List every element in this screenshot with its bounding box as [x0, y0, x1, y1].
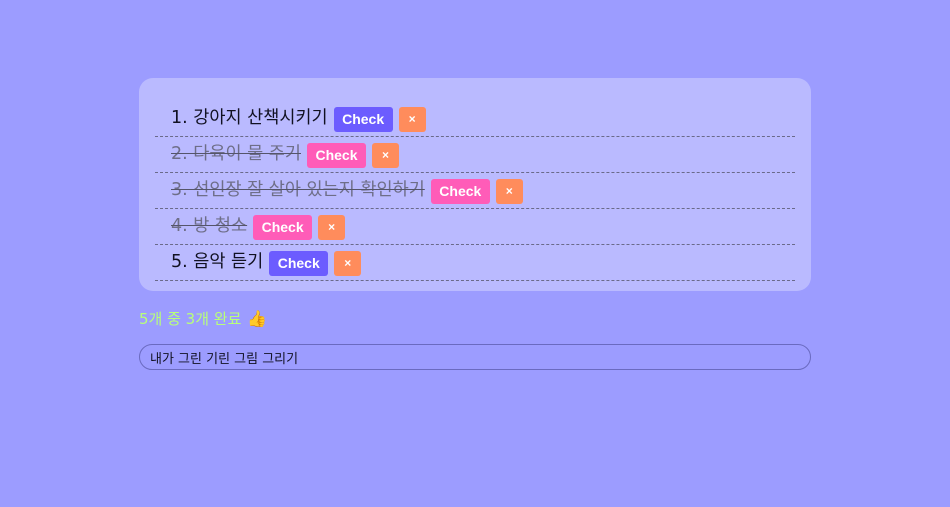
- check-button[interactable]: Check: [333, 106, 393, 132]
- check-button[interactable]: Check: [307, 142, 366, 168]
- todo-app: 1. 강아지 산책시키기 Check × 2. 다육이 물 주기 Check ×…: [0, 0, 950, 507]
- todo-item: 5. 음악 듣기 Check ×: [155, 246, 795, 281]
- todo-list: 1. 강아지 산책시키기 Check × 2. 다육이 물 주기 Check ×…: [155, 102, 795, 281]
- new-todo-input[interactable]: [139, 344, 811, 370]
- delete-button[interactable]: ×: [398, 106, 426, 132]
- todo-card: 1. 강아지 산책시키기 Check × 2. 다육이 물 주기 Check ×…: [139, 78, 811, 291]
- todo-item: 4. 방 청소 Check ×: [155, 210, 795, 245]
- check-button[interactable]: Check: [253, 214, 313, 240]
- todo-item: 2. 다육이 물 주기 Check ×: [155, 138, 795, 173]
- delete-button[interactable]: ×: [495, 178, 523, 204]
- completion-status: 5개 중 3개 완료 👍: [139, 308, 267, 329]
- check-button[interactable]: Check: [269, 250, 329, 276]
- todo-text: 2. 다육이 물 주기: [171, 144, 301, 165]
- delete-button[interactable]: ×: [372, 142, 399, 168]
- todo-text: 3. 선인장 잘 살아 있는지 확인하기: [171, 180, 425, 201]
- todo-text: 1. 강아지 산책시키기: [171, 108, 328, 129]
- todo-text: 4. 방 청소: [171, 216, 248, 237]
- delete-button[interactable]: ×: [334, 250, 362, 276]
- completion-text: 5개 중 3개 완료: [139, 310, 242, 328]
- todo-item: 3. 선인장 잘 살아 있는지 확인하기 Check ×: [155, 174, 795, 209]
- thumbs-up-icon: 👍: [247, 308, 268, 328]
- delete-button[interactable]: ×: [318, 214, 346, 240]
- check-button[interactable]: Check: [430, 178, 490, 204]
- todo-text: 5. 음악 듣기: [171, 252, 264, 273]
- todo-item: 1. 강아지 산책시키기 Check ×: [155, 102, 795, 137]
